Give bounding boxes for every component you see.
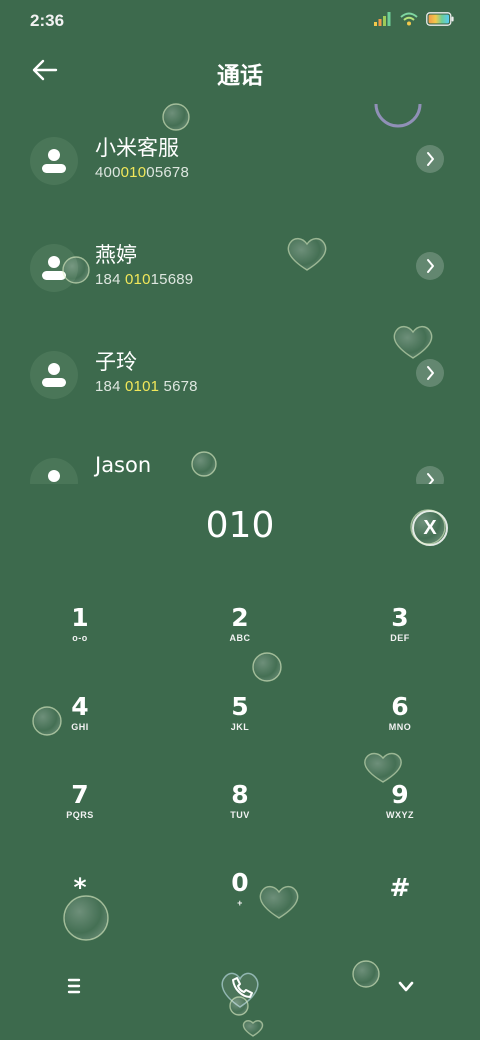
key-digit: 5 <box>231 692 249 721</box>
key-letters: MNO <box>388 722 412 732</box>
chevron-right-icon <box>427 473 434 484</box>
keypad-key-8[interactable]: 8 TUV <box>180 782 300 852</box>
collapse-keypad-button[interactable] <box>392 972 420 1000</box>
key-letters: ABC <box>229 633 251 643</box>
page-title: 通话 <box>217 63 263 89</box>
contact-number: 184 01015689 <box>95 271 194 288</box>
wifi-icon <box>400 12 418 26</box>
key-digit: * <box>73 873 87 902</box>
key-digit: 9 <box>391 780 409 809</box>
key-digit: 4 <box>71 692 89 721</box>
status-bar: 2:36 <box>0 0 480 40</box>
contact-item[interactable]: Jason <box>0 425 480 484</box>
key-letters: DEF <box>390 633 410 643</box>
key-letters: o-o <box>72 633 88 643</box>
phone-icon <box>221 972 259 1008</box>
keypad-key-7[interactable]: 7 PQRS <box>20 782 140 852</box>
contact-detail-button[interactable] <box>416 145 444 173</box>
chevron-right-icon <box>427 259 434 273</box>
key-digit: 2 <box>231 603 249 632</box>
key-digit: 1 <box>71 603 89 632</box>
clear-button[interactable]: X <box>412 510 448 546</box>
keypad-key-9[interactable]: 9 WXYZ <box>340 782 460 852</box>
person-icon <box>42 149 66 173</box>
contact-number: 184 0101 5678 <box>95 378 198 395</box>
clear-icon: X <box>423 516 437 539</box>
keypad-key-4[interactable]: 4 GHI <box>20 694 140 764</box>
key-letters: GHI <box>71 722 89 732</box>
chevron-down-icon <box>398 981 414 992</box>
avatar <box>30 137 78 185</box>
key-letters: JKL <box>230 722 250 732</box>
call-button[interactable] <box>212 962 268 1012</box>
avatar <box>30 458 78 484</box>
contact-detail-button[interactable] <box>416 359 444 387</box>
key-digit: # <box>389 873 411 902</box>
key-digit: 3 <box>391 603 409 632</box>
menu-icon <box>67 978 81 994</box>
contact-name: 子玲 <box>95 350 137 374</box>
keypad-key-5[interactable]: 5 JKL <box>180 694 300 764</box>
keypad-key-hash[interactable]: # <box>340 875 460 945</box>
key-digit: 8 <box>231 780 249 809</box>
contact-name: Jason <box>95 453 152 477</box>
keypad-key-0[interactable]: 0 + <box>180 870 300 940</box>
keypad-key-3[interactable]: 3 DEF <box>340 605 460 675</box>
contact-suggestions-list: 小米客服 40001005678 燕婷 184 01015689 子玲 184 … <box>0 104 480 484</box>
contact-detail-button[interactable] <box>416 466 444 484</box>
key-letters: PQRS <box>66 810 94 820</box>
contact-item[interactable]: 子玲 184 0101 5678 <box>0 318 480 408</box>
contact-item[interactable]: 燕婷 184 01015689 <box>0 211 480 301</box>
keypad-key-star[interactable]: * <box>20 875 140 945</box>
signal-icon <box>374 12 391 26</box>
avatar <box>30 244 78 292</box>
dialed-number-display[interactable]: 010 <box>0 505 480 546</box>
contact-item[interactable]: 小米客服 40001005678 <box>0 104 480 194</box>
menu-button[interactable] <box>60 972 88 1000</box>
status-icons <box>374 12 454 26</box>
contact-name: 燕婷 <box>95 243 137 267</box>
keypad-key-2[interactable]: 2 ABC <box>180 605 300 675</box>
avatar <box>30 351 78 399</box>
key-letters: + <box>237 898 243 908</box>
app-bar: 通话 <box>0 48 480 92</box>
person-icon <box>42 256 66 280</box>
person-icon <box>42 363 66 387</box>
keypad-key-6[interactable]: 6 MNO <box>340 694 460 764</box>
chevron-right-icon <box>427 366 434 380</box>
contact-detail-button[interactable] <box>416 252 444 280</box>
person-icon <box>48 470 60 482</box>
contact-number: 40001005678 <box>95 164 189 181</box>
key-digit: 0 <box>231 868 249 897</box>
key-letters: TUV <box>230 810 250 820</box>
battery-icon <box>426 12 454 26</box>
keypad-key-1[interactable]: 1 o-o <box>20 605 140 675</box>
status-time: 2:36 <box>30 11 65 30</box>
key-letters: WXYZ <box>386 810 414 820</box>
key-digit: 7 <box>71 780 89 809</box>
contact-name: 小米客服 <box>95 136 179 160</box>
key-digit: 6 <box>391 692 409 721</box>
chevron-right-icon <box>427 152 434 166</box>
